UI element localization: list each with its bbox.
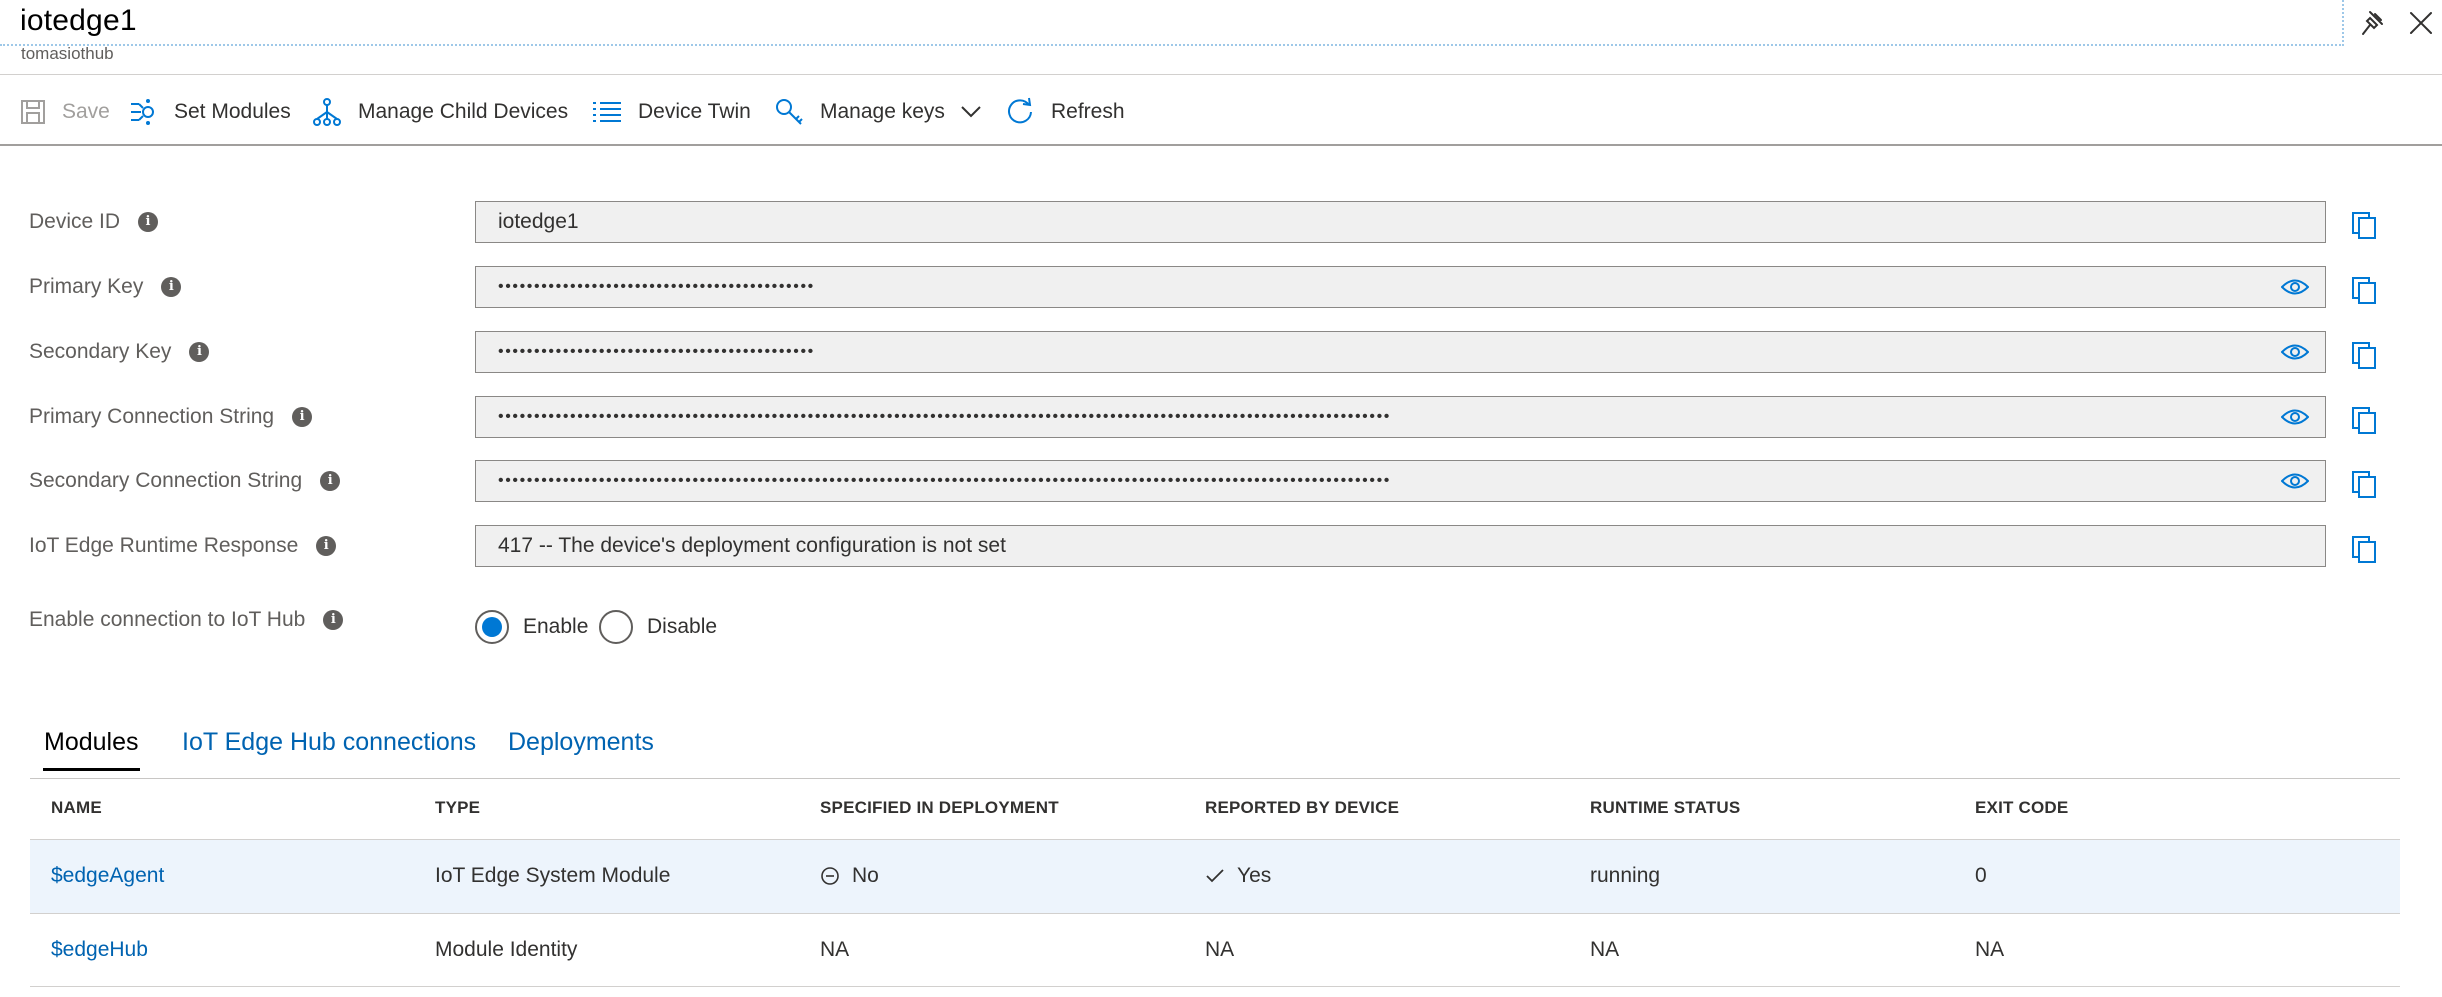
reported-value: NA bbox=[1205, 938, 1235, 961]
eye-icon[interactable] bbox=[2281, 408, 2309, 426]
secondary-connection-string-row: Secondary Connection String i •••••••••••… bbox=[0, 460, 2442, 504]
module-type: Module Identity bbox=[435, 938, 578, 961]
info-icon[interactable]: i bbox=[189, 342, 210, 362]
blade-header: iotedge1 bbox=[0, 0, 2344, 46]
save-icon bbox=[21, 100, 45, 124]
info-icon[interactable]: i bbox=[316, 536, 337, 556]
refresh-button[interactable]: Refresh bbox=[1005, 95, 1125, 129]
key-icon bbox=[776, 99, 803, 125]
exit-code: NA bbox=[1975, 938, 2005, 961]
module-name-link[interactable]: $edgeAgent bbox=[51, 864, 164, 888]
primary-key-field[interactable]: ••••••••••••••••••••••••••••••••••••••••… bbox=[475, 266, 2326, 308]
refresh-icon bbox=[1008, 97, 1032, 124]
copy-icon[interactable] bbox=[2351, 535, 2377, 563]
secondary-key-field[interactable]: ••••••••••••••••••••••••••••••••••••••••… bbox=[475, 331, 2326, 373]
info-icon[interactable]: i bbox=[320, 471, 341, 491]
info-icon[interactable]: i bbox=[323, 610, 344, 630]
info-icon[interactable]: i bbox=[292, 407, 313, 427]
copy-icon[interactable] bbox=[2351, 276, 2377, 304]
device-id-field[interactable]: iotedge1 bbox=[475, 201, 2326, 243]
column-header-specified[interactable]: SPECIFIED IN DEPLOYMENT bbox=[820, 798, 1059, 818]
primary-key-label: Primary Key i bbox=[29, 275, 182, 299]
manage-keys-label: Manage keys bbox=[820, 100, 945, 123]
save-label: Save bbox=[62, 100, 110, 123]
device-twin-button[interactable]: Device Twin bbox=[592, 95, 751, 129]
copy-icon[interactable] bbox=[2351, 470, 2377, 498]
device-twin-label: Device Twin bbox=[638, 100, 751, 123]
column-header-type[interactable]: TYPE bbox=[435, 798, 480, 818]
copy-icon[interactable] bbox=[2351, 341, 2377, 369]
enable-radio[interactable]: Enable bbox=[475, 610, 588, 644]
runtime-status: running bbox=[1590, 864, 1661, 887]
radio-selected-icon bbox=[475, 610, 509, 644]
connection-label: Enable connection to IoT Hub i bbox=[29, 608, 344, 632]
eye-icon[interactable] bbox=[2281, 278, 2309, 296]
column-header-reported[interactable]: REPORTED BY DEVICE bbox=[1205, 798, 1399, 818]
specified-value: NA bbox=[820, 938, 850, 961]
set-modules-button[interactable]: Set Modules bbox=[128, 95, 291, 129]
set-modules-label: Set Modules bbox=[174, 100, 291, 123]
column-header-name[interactable]: NAME bbox=[51, 798, 102, 818]
column-header-runtime-status[interactable]: RUNTIME STATUS bbox=[1590, 798, 1740, 818]
module-type: IoT Edge System Module bbox=[435, 864, 671, 887]
reported-cell: Yes bbox=[1205, 864, 1271, 888]
table-row[interactable]: $edgeHub Module Identity NA NA NA NA bbox=[30, 913, 2400, 987]
device-id-label: Device ID i bbox=[29, 210, 159, 234]
checkmark-icon bbox=[1206, 869, 1224, 883]
set-modules-icon bbox=[131, 99, 154, 125]
specified-value: No bbox=[852, 864, 879, 887]
primary-connection-string-label: Primary Connection String i bbox=[29, 405, 313, 429]
disable-label: Disable bbox=[647, 615, 718, 638]
table-row[interactable]: $edgeAgent IoT Edge System Module No Yes… bbox=[30, 839, 2400, 913]
device-twin-icon bbox=[593, 102, 621, 122]
column-header-exit-code[interactable]: EXIT CODE bbox=[1975, 798, 2068, 818]
close-icon[interactable] bbox=[2408, 10, 2434, 41]
info-icon[interactable]: i bbox=[138, 212, 159, 232]
table-header: NAME TYPE SPECIFIED IN DEPLOYMENT REPORT… bbox=[30, 779, 2400, 839]
info-icon[interactable]: i bbox=[161, 277, 182, 297]
copy-icon[interactable] bbox=[2351, 211, 2377, 239]
refresh-label: Refresh bbox=[1051, 100, 1125, 123]
tab-bar: Modules IoT Edge Hub connections Deploym… bbox=[30, 722, 2400, 780]
manage-child-devices-button[interactable]: Manage Child Devices bbox=[312, 95, 568, 129]
runtime-response-row: IoT Edge Runtime Response i 417 -- The de… bbox=[0, 525, 2442, 569]
runtime-response-label: IoT Edge Runtime Response i bbox=[29, 534, 337, 558]
connection-toggle-row: Enable connection to IoT Hub i Enable Dis… bbox=[0, 604, 2442, 654]
manage-child-devices-label: Manage Child Devices bbox=[358, 100, 569, 123]
eye-icon[interactable] bbox=[2281, 472, 2309, 490]
disable-radio[interactable]: Disable bbox=[599, 610, 717, 644]
reported-value: Yes bbox=[1237, 864, 1272, 887]
pin-icon[interactable] bbox=[2361, 10, 2387, 43]
primary-key-row: Primary Key i •••••••••••••••••••••••••••… bbox=[0, 266, 2442, 310]
secondary-connection-string-label: Secondary Connection String i bbox=[29, 469, 341, 493]
manage-keys-button[interactable]: Manage keys bbox=[774, 95, 981, 129]
runtime-status: NA bbox=[1590, 938, 1620, 961]
eye-icon[interactable] bbox=[2281, 343, 2309, 361]
page-title: iotedge1 bbox=[20, 4, 137, 37]
command-bar: Save Set Modules Manage Child Devices De… bbox=[0, 74, 2442, 146]
tab-modules[interactable]: Modules bbox=[43, 728, 139, 771]
secondary-key-row: Secondary Key i •••••••••••••••••••••••••… bbox=[0, 331, 2442, 375]
tab-deployments[interactable]: Deployments bbox=[508, 728, 654, 757]
secondary-connection-string-field[interactable]: ••••••••••••••••••••••••••••••••••••••••… bbox=[475, 460, 2326, 502]
runtime-response-field[interactable]: 417 -- The device's deployment configura… bbox=[475, 525, 2326, 567]
minus-circle-icon bbox=[821, 867, 839, 885]
copy-icon[interactable] bbox=[2351, 406, 2377, 434]
exit-code: 0 bbox=[1975, 864, 1987, 887]
chevron-down-icon bbox=[961, 106, 981, 118]
child-devices-icon bbox=[313, 98, 341, 126]
tab-iot-edge-hub-connections[interactable]: IoT Edge Hub connections bbox=[182, 728, 476, 757]
specified-cell: No bbox=[820, 864, 879, 888]
secondary-key-label: Secondary Key i bbox=[29, 340, 210, 364]
save-button[interactable]: Save bbox=[20, 95, 110, 129]
primary-connection-string-row: Primary Connection String i •••••••••••••… bbox=[0, 396, 2442, 440]
device-id-row: Device ID i iotedge1 bbox=[0, 201, 2442, 245]
module-name-link[interactable]: $edgeHub bbox=[51, 938, 148, 962]
page-subtitle: tomasiothub bbox=[21, 44, 114, 63]
primary-connection-string-field[interactable]: ••••••••••••••••••••••••••••••••••••••••… bbox=[475, 396, 2326, 438]
enable-label: Enable bbox=[523, 615, 589, 638]
radio-empty-icon bbox=[599, 610, 633, 644]
